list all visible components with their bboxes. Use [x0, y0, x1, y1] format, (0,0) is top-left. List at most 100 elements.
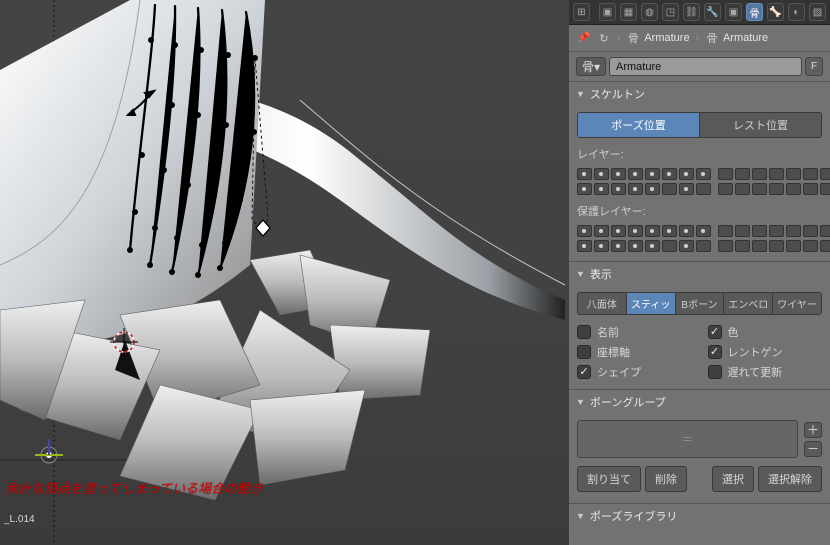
refresh-icon[interactable]: ↻	[597, 31, 611, 45]
layer-cell[interactable]	[696, 225, 711, 237]
layer-cell[interactable]	[752, 225, 767, 237]
rest-position-button[interactable]: レスト位置	[700, 113, 821, 137]
layer-cell[interactable]	[594, 183, 609, 195]
layer-cell[interactable]	[786, 168, 801, 180]
layer-cell[interactable]	[645, 225, 660, 237]
layer-cell[interactable]	[786, 225, 801, 237]
layer-cell[interactable]	[696, 240, 711, 252]
object-tab-icon[interactable]: ◳	[662, 3, 679, 21]
layer-cell[interactable]	[662, 240, 677, 252]
xray-checkbox[interactable]	[708, 345, 722, 359]
layer-cell[interactable]	[718, 225, 733, 237]
layer-cell[interactable]	[679, 225, 694, 237]
delay-refresh-checkbox[interactable]	[708, 365, 722, 379]
layer-cell[interactable]	[803, 240, 818, 252]
layer-cell[interactable]	[769, 240, 784, 252]
pin-icon[interactable]: 📌	[577, 31, 591, 45]
layer-cell[interactable]	[679, 168, 694, 180]
add-bone-group-button[interactable]: ＋	[804, 422, 822, 438]
layer-cell[interactable]	[696, 168, 711, 180]
3d-viewport[interactable]: 余計な頂点を塗ってしまっている場合の動き _L.014	[0, 0, 569, 545]
crumb-data[interactable]: ⾻Armature	[705, 31, 768, 45]
panel-pose-library-header[interactable]: ▼ポーズライブラリ	[569, 504, 830, 528]
layer-cell[interactable]	[786, 240, 801, 252]
remove-bone-group-button[interactable]: －	[804, 441, 822, 457]
datablock-name-field[interactable]: Armature	[609, 57, 802, 76]
layer-cell[interactable]	[628, 225, 643, 237]
layer-cell[interactable]	[645, 168, 660, 180]
fake-user-button[interactable]: F	[805, 57, 823, 76]
layer-cell[interactable]	[577, 183, 592, 195]
layer-cell[interactable]	[611, 168, 626, 180]
layer-cell[interactable]	[594, 225, 609, 237]
layer-cell[interactable]	[718, 183, 733, 195]
layer-cell[interactable]	[662, 225, 677, 237]
panel-bone-groups-header[interactable]: ▼ボーングループ	[569, 390, 830, 414]
names-checkbox[interactable]	[577, 325, 591, 339]
layer-cell[interactable]	[611, 240, 626, 252]
layer-cell[interactable]	[594, 240, 609, 252]
layer-cell[interactable]	[769, 225, 784, 237]
world-tab-icon[interactable]: ◍	[641, 3, 658, 21]
layer-cell[interactable]	[786, 183, 801, 195]
axes-checkbox[interactable]	[577, 345, 591, 359]
constraints-tab-icon[interactable]: ⛓	[683, 3, 700, 21]
pose-position-button[interactable]: ポーズ位置	[578, 113, 700, 137]
texture-tab-icon[interactable]: ▨	[809, 3, 826, 21]
layer-cell[interactable]	[679, 240, 694, 252]
colors-checkbox[interactable]	[708, 325, 722, 339]
layer-cell[interactable]	[735, 183, 750, 195]
layer-cell[interactable]	[735, 225, 750, 237]
display-wire-button[interactable]: ワイヤー	[773, 293, 821, 314]
layer-cell[interactable]	[820, 240, 830, 252]
panel-display-header[interactable]: ▼表示	[569, 262, 830, 286]
display-stick-button[interactable]: スティッ	[627, 293, 676, 314]
layer-cell[interactable]	[662, 183, 677, 195]
panel-skeleton-header[interactable]: ▼スケルトン	[569, 82, 830, 106]
layer-cell[interactable]	[769, 168, 784, 180]
bone-tab-icon[interactable]: 🦴	[767, 3, 784, 21]
layer-cell[interactable]	[662, 168, 677, 180]
display-octahedral-button[interactable]: 八面体	[578, 293, 627, 314]
layer-cell[interactable]	[803, 225, 818, 237]
layer-cell[interactable]	[769, 183, 784, 195]
layer-cell[interactable]	[628, 183, 643, 195]
data-tab-icon[interactable]: ▣	[725, 3, 742, 21]
layer-cell[interactable]	[679, 183, 694, 195]
deselect-button[interactable]: 選択解除	[758, 466, 822, 492]
layer-cell[interactable]	[696, 183, 711, 195]
layer-cell[interactable]	[735, 240, 750, 252]
layer-cell[interactable]	[645, 240, 660, 252]
remove-button[interactable]: 削除	[645, 466, 687, 492]
layer-cell[interactable]	[752, 168, 767, 180]
crumb-object[interactable]: ⾻Armature	[626, 31, 689, 45]
select-button[interactable]: 選択	[712, 466, 754, 492]
layer-cell[interactable]	[803, 168, 818, 180]
display-bbone-button[interactable]: Bボーン	[676, 293, 725, 314]
layer-cell[interactable]	[752, 183, 767, 195]
layer-cell[interactable]	[577, 225, 592, 237]
layer-cell[interactable]	[628, 240, 643, 252]
armature-tab-icon[interactable]: ⾻	[746, 3, 763, 21]
material-tab-icon[interactable]: ◐	[788, 3, 805, 21]
layer-cell[interactable]	[628, 168, 643, 180]
layer-cell[interactable]	[735, 168, 750, 180]
assign-button[interactable]: 割り当て	[577, 466, 641, 492]
layer-cell[interactable]	[645, 183, 660, 195]
modifiers-tab-icon[interactable]: 🔧	[704, 3, 721, 21]
layer-cell[interactable]	[718, 240, 733, 252]
layer-cell[interactable]	[820, 183, 830, 195]
datablock-type-selector[interactable]: ⾻▾	[576, 57, 606, 76]
layer-cell[interactable]	[611, 225, 626, 237]
layer-cell[interactable]	[577, 168, 592, 180]
shapes-checkbox[interactable]	[577, 365, 591, 379]
layer-cell[interactable]	[611, 183, 626, 195]
layer-cell[interactable]	[803, 183, 818, 195]
display-envelope-button[interactable]: エンベロ	[724, 293, 773, 314]
layer-cell[interactable]	[594, 168, 609, 180]
bone-group-list[interactable]: ＝	[577, 420, 798, 458]
layer-cell[interactable]	[820, 225, 830, 237]
layer-cell[interactable]	[718, 168, 733, 180]
layer-cell[interactable]	[820, 168, 830, 180]
render-tab-icon[interactable]: ▣	[599, 3, 616, 21]
